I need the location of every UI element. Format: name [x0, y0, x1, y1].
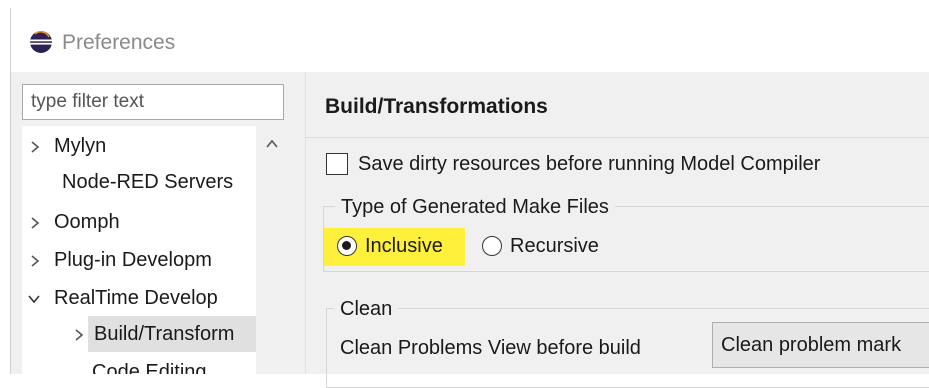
chevron-right-icon[interactable] [27, 253, 43, 269]
tree-item-label: Oomph [54, 211, 120, 233]
chevron-right-icon[interactable] [27, 215, 43, 231]
filter-input[interactable] [22, 84, 284, 120]
chevron-down-icon[interactable] [26, 291, 42, 307]
chevron-right-icon[interactable] [27, 139, 43, 155]
tree-item-oomph[interactable]: Oomph [22, 204, 258, 240]
tree-item-realtime-development[interactable]: RealTime Develop [22, 280, 258, 316]
clean-problems-dropdown[interactable]: Clean problem mark [712, 322, 929, 368]
scroll-up-arrow-icon[interactable] [264, 138, 280, 150]
tree-item-node-red-servers[interactable]: Node-RED Servers [22, 164, 258, 200]
recursive-radio[interactable] [482, 236, 502, 256]
clean-group-title: Clean [334, 296, 399, 322]
tree-item-code-editing[interactable]: Code Editing [22, 354, 258, 374]
save-dirty-resources-label[interactable]: Save dirty resources before running Mode… [358, 150, 820, 178]
make-files-group-title: Type of Generated Make Files [335, 194, 615, 220]
save-dirty-resources-checkbox[interactable] [326, 153, 348, 175]
inclusive-radio-label[interactable]: Inclusive [365, 233, 443, 259]
recursive-radio-label[interactable]: Recursive [510, 233, 599, 259]
preferences-tree: Mylyn Node-RED Servers Oomph Plug-in Dev… [22, 126, 288, 374]
inclusive-radio[interactable] [337, 236, 357, 256]
tree-item-label: Plug-in Developm [54, 249, 212, 271]
radio-selected-dot [342, 241, 351, 250]
window-title: Preferences [62, 31, 176, 54]
tree-scrollbar[interactable] [256, 126, 288, 374]
tree-item-build-transformations[interactable]: Build/Transform [88, 316, 258, 352]
tree-item-label: Build/Transform [94, 323, 235, 345]
tree-item-label: Node-RED Servers [62, 171, 234, 193]
tree-item-mylyn[interactable]: Mylyn [22, 128, 258, 164]
title-divider [305, 137, 929, 138]
tree-item-label: Mylyn [54, 135, 107, 157]
tree-item-plugin-development[interactable]: Plug-in Developm [22, 242, 258, 278]
chevron-right-icon[interactable] [71, 327, 87, 343]
clean-problems-label: Clean Problems View before build [340, 337, 641, 359]
tree-item-label: RealTime Develop [54, 287, 218, 309]
eclipse-icon [30, 31, 52, 53]
page-title: Build/Transformations [325, 95, 548, 118]
tree-item-label: Code Editing [92, 361, 207, 374]
